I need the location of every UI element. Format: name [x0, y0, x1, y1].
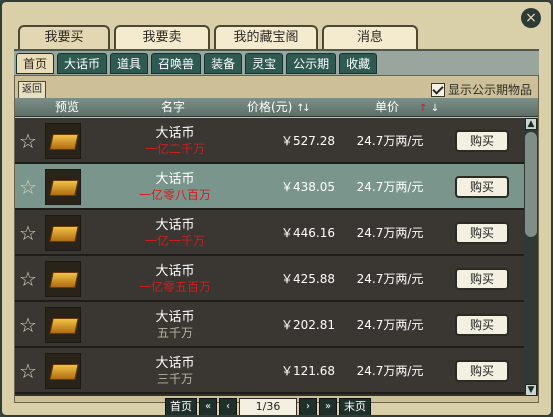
- favorite-star-icon[interactable]: ☆: [19, 267, 37, 291]
- favorite-star-icon[interactable]: ☆: [19, 359, 37, 383]
- buy-button[interactable]: 购买: [455, 130, 509, 152]
- col-price[interactable]: 价格(元) ↑↓: [247, 98, 311, 118]
- buy-button[interactable]: 购买: [455, 360, 509, 382]
- item-amount: 三千万: [156, 372, 193, 386]
- tab-home[interactable]: 首页: [16, 53, 55, 74]
- tab-currency[interactable]: 大话币: [57, 53, 108, 74]
- sort-desc-icon[interactable]: ↓: [302, 100, 310, 118]
- tab-messages[interactable]: 消息: [322, 25, 418, 49]
- show-public-label: 显示公示期物品: [447, 83, 532, 97]
- listing-list: ☆ 大话币 一亿二千万 ￥527.28 24.7万两/元 购买 ☆ 大话币 一亿…: [15, 118, 524, 396]
- item-amount: 一亿一千万: [144, 234, 205, 248]
- item-name: 大话币: [155, 310, 195, 325]
- currency-thumbnail: [45, 353, 81, 389]
- list-item[interactable]: ☆ 大话币 一亿零五百万 ￥425.88 24.7万两/元 购买: [15, 256, 524, 302]
- col-price-label: 价格(元): [247, 100, 293, 114]
- currency-thumbnail: [45, 261, 81, 297]
- item-name: 大话币: [155, 172, 195, 187]
- table-header: 预览 名字 价格(元) ↑↓ 单价 ↑ ↓: [15, 98, 538, 117]
- item-amount: 五千万: [156, 326, 193, 340]
- scroll-thumb[interactable]: [525, 132, 537, 237]
- top-tab-bar: 我要买 我要卖 我的藏宝阁 消息: [18, 25, 418, 49]
- tab-sell[interactable]: 我要卖: [114, 25, 210, 49]
- buy-button[interactable]: 购买: [455, 176, 509, 198]
- item-unit-price: 24.7万两/元: [356, 134, 424, 148]
- unit-sort-desc-icon[interactable]: ↓: [431, 100, 439, 118]
- list-item[interactable]: ☆ 大话币 五千万 ￥202.81 24.7万两/元 购买: [15, 302, 524, 348]
- first-page-button[interactable]: 首页: [165, 398, 197, 415]
- list-item[interactable]: ☆ 大话币 三千万 ￥121.68 24.7万两/元 购买: [15, 348, 524, 394]
- item-unit-price: 24.7万两/元: [356, 180, 424, 194]
- item-unit-price: 24.7万两/元: [356, 318, 424, 332]
- item-price: ￥527.28: [281, 134, 335, 148]
- scroll-down-icon[interactable]: ▼: [525, 384, 537, 396]
- currency-thumbnail: [45, 123, 81, 159]
- last-page-button[interactable]: 末页: [339, 398, 371, 415]
- market-window: × 我要买 我要卖 我的藏宝阁 消息 首页 大话币 道具 召唤兽 装备 灵宝 公…: [0, 0, 553, 417]
- prev-fast-icon[interactable]: «: [199, 398, 217, 415]
- unit-sort-asc-icon[interactable]: ↑: [419, 100, 427, 118]
- item-amount: 一亿零八百万: [138, 188, 211, 202]
- item-name: 大话币: [155, 218, 195, 233]
- listing-panel: 返回 显示公示期物品 预览 名字 价格(元) ↑↓ 单价 ↑ ↓ ☆ 大话币 一亿…: [14, 75, 539, 415]
- item-unit-price: 24.7万两/元: [356, 226, 424, 240]
- category-tab-bar: 首页 大话币 道具 召唤兽 装备 灵宝 公示期 收藏: [14, 49, 539, 77]
- tab-my-treasure[interactable]: 我的藏宝阁: [214, 25, 318, 49]
- tab-buy[interactable]: 我要买: [18, 25, 110, 49]
- tab-lingbao[interactable]: 灵宝: [245, 53, 284, 74]
- tab-favorites[interactable]: 收藏: [339, 53, 378, 74]
- tab-summons[interactable]: 召唤兽: [151, 53, 202, 74]
- prev-page-icon[interactable]: ‹: [219, 398, 237, 415]
- favorite-star-icon[interactable]: ☆: [19, 175, 37, 199]
- col-preview: 预览: [55, 100, 80, 114]
- next-fast-icon[interactable]: »: [319, 398, 337, 415]
- item-price: ￥121.68: [281, 364, 335, 378]
- item-name: 大话币: [155, 356, 195, 371]
- currency-thumbnail: [45, 307, 81, 343]
- item-unit-price: 24.7万两/元: [356, 272, 424, 286]
- currency-thumbnail: [45, 169, 81, 205]
- back-button[interactable]: 返回: [18, 81, 46, 99]
- col-name: 名字: [161, 100, 186, 114]
- item-price: ￥446.16: [281, 226, 335, 240]
- tab-items[interactable]: 道具: [110, 53, 149, 74]
- list-item[interactable]: ☆ 大话币 一亿零八百万 ￥438.05 24.7万两/元 购买: [15, 164, 524, 210]
- buy-button[interactable]: 购买: [455, 314, 509, 336]
- checkbox-icon[interactable]: [430, 82, 445, 97]
- scroll-up-icon[interactable]: ▲: [525, 118, 537, 130]
- item-price: ￥202.81: [281, 318, 335, 332]
- next-page-icon[interactable]: ›: [299, 398, 317, 415]
- item-name: 大话币: [155, 126, 195, 141]
- item-name: 大话币: [155, 264, 195, 279]
- pagination: 首页 « ‹ 1/36 › » 末页: [165, 398, 371, 415]
- col-unit-label: 单价: [375, 100, 400, 114]
- favorite-star-icon[interactable]: ☆: [19, 313, 37, 337]
- item-price: ￥438.05: [281, 180, 335, 194]
- item-price: ￥425.88: [281, 272, 335, 286]
- buy-button[interactable]: 购买: [455, 268, 509, 290]
- item-unit-price: 24.7万两/元: [356, 364, 424, 378]
- scrollbar[interactable]: ▲ ▼: [524, 118, 538, 396]
- item-amount: 一亿零五百万: [138, 280, 211, 294]
- tab-equipment[interactable]: 装备: [204, 53, 243, 74]
- close-icon[interactable]: ×: [521, 8, 541, 28]
- currency-thumbnail: [45, 215, 81, 251]
- item-amount: 一亿二千万: [144, 142, 205, 156]
- list-item[interactable]: ☆ 大话币 一亿二千万 ￥527.28 24.7万两/元 购买: [15, 118, 524, 164]
- favorite-star-icon[interactable]: ☆: [19, 129, 37, 153]
- col-unit[interactable]: 单价 ↑ ↓: [375, 98, 439, 118]
- show-public-toggle[interactable]: 显示公示期物品: [430, 81, 532, 98]
- buy-button[interactable]: 购买: [455, 222, 509, 244]
- tab-public-period[interactable]: 公示期: [286, 53, 337, 74]
- favorite-star-icon[interactable]: ☆: [19, 221, 37, 245]
- page-indicator[interactable]: 1/36: [239, 398, 297, 415]
- list-item[interactable]: ☆ 大话币 一亿一千万 ￥446.16 24.7万两/元 购买: [15, 210, 524, 256]
